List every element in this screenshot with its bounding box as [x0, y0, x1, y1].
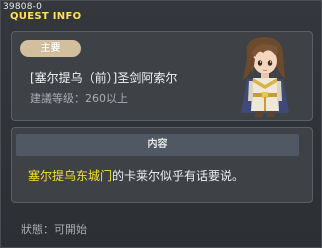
quest-info-window: 39808-0 QUEST INFO 主要 [塞尔提乌（前）]圣剑阿索尔 建議等… — [0, 0, 322, 248]
quest-name: [塞尔提乌（前）]圣剑阿索尔 — [30, 71, 178, 85]
required-level: 建議等级：260以上 — [30, 92, 128, 105]
content-header: 内容 — [16, 134, 299, 156]
content-text-rest: 的卡莱尔似乎有话要说。 — [112, 169, 245, 183]
quest-status: 狀態：可開始 — [21, 223, 87, 236]
location-link[interactable]: 塞尔提乌东城门 — [28, 169, 112, 183]
npc-portrait-icon — [241, 37, 289, 117]
quest-type-tag: 主要 — [20, 40, 81, 57]
window-title: QUEST INFO — [10, 11, 82, 22]
content-text: 塞尔提乌东城门的卡莱尔似乎有话要说。 — [28, 167, 244, 184]
